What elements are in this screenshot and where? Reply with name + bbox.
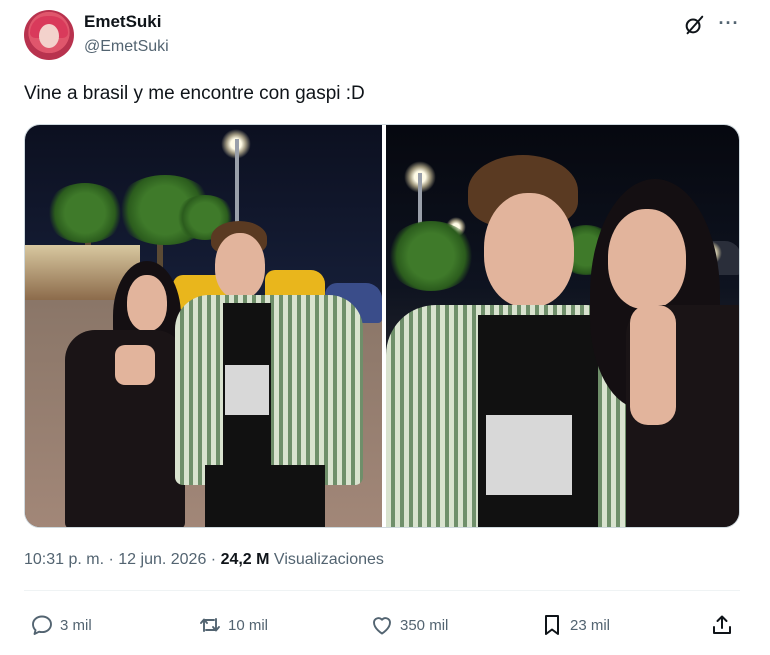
share-icon — [713, 615, 731, 634]
tweet-text: Vine a brasil y me encontre con gaspi :D — [24, 83, 365, 104]
views-label: Visualizaciones — [269, 551, 384, 568]
repost-icon — [200, 618, 220, 632]
like-button[interactable]: 350 mil — [370, 612, 448, 638]
like-count: 350 mil — [400, 616, 449, 634]
tweet-card: EmetSuki @EmetSuki ··· Vine a brasil y m… — [0, 0, 770, 655]
share-button[interactable] — [710, 612, 734, 638]
reply-button[interactable]: 3 mil — [30, 612, 92, 638]
photo-right[interactable] — [386, 125, 739, 527]
author-handle[interactable]: @EmetSuki — [84, 38, 169, 56]
reply-icon — [32, 615, 52, 635]
heart-icon — [373, 617, 391, 635]
post-timestamp[interactable]: 10:31 p. m. · 12 jun. 2026 · — [24, 551, 221, 568]
bookmark-icon — [545, 615, 559, 635]
photo-left[interactable] — [25, 125, 382, 527]
divider — [24, 590, 740, 591]
repost-button[interactable]: 10 mil — [198, 612, 268, 638]
media-grid — [24, 124, 740, 528]
more-icon[interactable]: ··· — [718, 12, 740, 34]
author-display-name[interactable]: EmetSuki — [84, 12, 161, 32]
post-metadata: 10:31 p. m. · 12 jun. 2026 · 24,2 M Visu… — [24, 551, 384, 569]
repost-count: 10 mil — [228, 616, 269, 634]
avatar[interactable] — [24, 10, 74, 60]
views-count: 24,2 M — [220, 551, 270, 568]
bookmark-button[interactable]: 23 mil — [540, 612, 610, 638]
grok-icon[interactable] — [683, 14, 705, 36]
bookmark-count: 23 mil — [570, 616, 611, 634]
reply-count: 3 mil — [60, 616, 92, 634]
